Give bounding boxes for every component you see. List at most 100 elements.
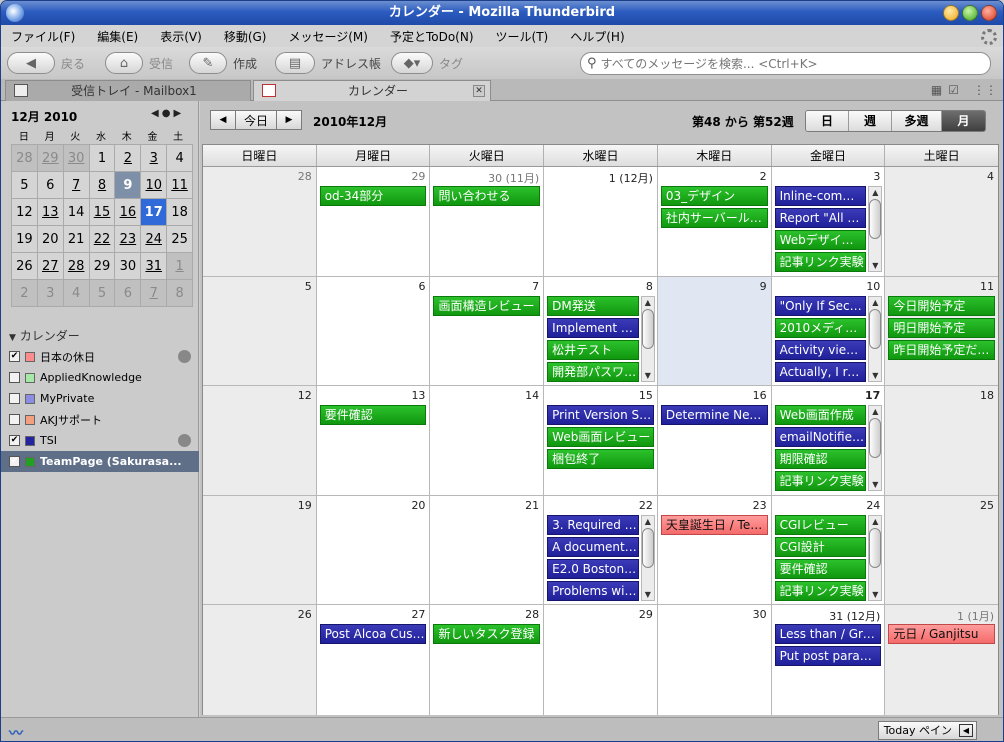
minical-day[interactable]: 14: [63, 199, 90, 226]
search-input[interactable]: [600, 56, 990, 71]
scroll-thumb[interactable]: [869, 199, 882, 239]
calendar-list-item[interactable]: MyPrivate: [7, 388, 197, 409]
scroll-down-icon[interactable]: ▼: [869, 260, 881, 271]
minical-day[interactable]: 6: [37, 172, 64, 199]
scroll-thumb[interactable]: [869, 418, 882, 458]
scroll-up-icon[interactable]: ▲: [642, 297, 654, 308]
event-item[interactable]: 開発部パスワード: [547, 361, 639, 382]
minical-day[interactable]: 3: [141, 145, 168, 172]
online-status-icon[interactable]: 〰: [9, 723, 31, 741]
day-cell[interactable]: 9: [657, 276, 772, 385]
scroll-down-icon[interactable]: ▼: [642, 589, 654, 600]
event-item[interactable]: 元日 / Ganjitsu: [888, 624, 996, 644]
day-cell[interactable]: 15 Print Version SupportWeb画面レビュー梱包終了: [544, 386, 658, 495]
event-item[interactable]: Web画面レビュー: [547, 427, 654, 447]
event-item[interactable]: 今日開始予定: [888, 295, 996, 316]
addressbook-button[interactable]: ▤ アドレス帳: [275, 51, 381, 75]
minical-next-icon[interactable]: ▶: [173, 108, 184, 119]
scroll-down-icon[interactable]: ▼: [642, 370, 654, 381]
menu-events-tasks[interactable]: 予定とToDo(N): [390, 28, 474, 45]
minical-day[interactable]: 13: [37, 199, 64, 226]
minical-day[interactable]: 25: [167, 226, 194, 253]
minical-day[interactable]: 28: [63, 253, 90, 280]
minical-day[interactable]: 30: [63, 145, 90, 172]
view-month-button[interactable]: 月: [942, 111, 985, 131]
day-cell[interactable]: 1 (12月): [544, 167, 658, 276]
day-cell[interactable]: 2 03_デザイン 社内サーバールーム: [657, 167, 772, 276]
view-day-button[interactable]: 日: [806, 111, 849, 131]
minical-day[interactable]: 7: [141, 280, 168, 307]
event-item[interactable]: 新しいタスク登録: [433, 624, 541, 644]
scroll-thumb[interactable]: [641, 308, 654, 349]
minical-day[interactable]: 6: [115, 280, 142, 307]
minical-day[interactable]: 2: [115, 145, 142, 172]
event-item[interactable]: Report "All Posts": [774, 208, 867, 228]
calendar-list-item[interactable]: AKJサポート: [7, 409, 197, 430]
event-item[interactable]: Web画面作成: [774, 405, 867, 425]
minical-day[interactable]: 15: [89, 199, 116, 226]
scroll-thumb[interactable]: [869, 308, 882, 349]
day-cell[interactable]: 13 要件確認: [316, 386, 431, 495]
scroll-thumb[interactable]: [641, 527, 654, 568]
scroll-up-icon[interactable]: ▲: [869, 516, 881, 527]
event-item[interactable]: A document editor: [547, 536, 639, 557]
calendar-checkbox[interactable]: ✔: [9, 435, 20, 446]
event-item[interactable]: 画面構造レビュー: [433, 295, 541, 316]
event-item[interactable]: 記事リンク実験: [774, 580, 867, 601]
menu-go[interactable]: 移動(G): [224, 28, 267, 45]
calendar-list-item[interactable]: AppliedKnowledge: [7, 367, 197, 388]
tag-button[interactable]: ◆▾ タグ: [391, 51, 463, 75]
event-item[interactable]: E2.0 Boston talk: [547, 558, 639, 579]
event-item[interactable]: Post Alcoa Customer: [319, 624, 427, 644]
minical-day[interactable]: 27: [37, 253, 64, 280]
event-item[interactable]: Less than / Greater: [774, 624, 882, 644]
view-multiweek-button[interactable]: 多週: [892, 111, 942, 131]
day-cell[interactable]: 19: [203, 495, 317, 604]
day-cell[interactable]: 1 (1月) 元日 / Ganjitsu: [885, 605, 999, 715]
scroll-down-icon[interactable]: ▼: [869, 589, 881, 600]
minical-day[interactable]: 30: [115, 253, 142, 280]
day-cell[interactable]: 25: [885, 495, 999, 604]
event-item[interactable]: Implement Comment: [547, 317, 639, 338]
search-box[interactable]: ⚲: [580, 52, 991, 75]
event-item[interactable]: CGI設計: [774, 536, 867, 557]
minical-day[interactable]: 23: [115, 226, 142, 253]
menu-help[interactable]: ヘルプ(H): [570, 28, 624, 45]
prev-month-button[interactable]: ◀: [210, 110, 236, 130]
event-item[interactable]: 昨日開始予定だった: [888, 339, 996, 360]
minical-day[interactable]: 18: [167, 199, 194, 226]
task-mode-icon[interactable]: ☑: [948, 83, 959, 97]
compose-button[interactable]: ✎ 作成: [189, 51, 257, 75]
minical-day[interactable]: 29: [37, 145, 64, 172]
day-scrollbar[interactable]: ▲ ▼: [640, 514, 655, 601]
calendar-checkbox[interactable]: ✔: [9, 351, 20, 362]
day-cell[interactable]: 24 CGIレビュー CGI設計 要件確認 記事リンク実験 ▲ ▼: [771, 495, 886, 604]
tab-inbox[interactable]: 受信トレイ - Mailbox1: [5, 80, 251, 101]
event-item[interactable]: 要件確認: [774, 558, 867, 579]
day-cell[interactable]: 31 (12月)Less than / GreaterPut post para…: [771, 605, 886, 715]
minical-day[interactable]: 7: [63, 172, 90, 199]
day-cell[interactable]: 11 今日開始予定 明日開始予定 昨日開始予定だった: [885, 276, 999, 385]
day-cell[interactable]: 29: [544, 605, 658, 715]
day-cell[interactable]: 7 画面構造レビュー: [430, 276, 545, 385]
minical-day[interactable]: 29: [89, 253, 116, 280]
minical-day[interactable]: 8: [167, 280, 194, 307]
minical-day[interactable]: 20: [37, 226, 64, 253]
minical-day[interactable]: 28: [12, 145, 38, 172]
day-scrollbar[interactable]: ▲ ▼: [640, 295, 655, 382]
event-item[interactable]: od-34部分: [319, 186, 427, 206]
tab-calendar[interactable]: カレンダー ✕: [253, 80, 491, 101]
day-cell[interactable]: 10 "Only If Section"2010メディア展Activity vie…: [771, 276, 886, 385]
close-button[interactable]: [981, 5, 997, 21]
event-item[interactable]: 期限確認: [774, 449, 867, 469]
day-cell[interactable]: 23 天皇誕生日 / Tennou: [657, 495, 772, 604]
calendar-checkbox[interactable]: [9, 414, 20, 425]
minical-day[interactable]: 10: [141, 172, 168, 199]
event-item[interactable]: 記事リンク実験: [774, 252, 867, 272]
day-cell[interactable]: 30: [657, 605, 772, 715]
minical-day[interactable]: 22: [89, 226, 116, 253]
day-cell[interactable]: 4: [885, 167, 999, 276]
view-week-button[interactable]: 週: [849, 111, 892, 131]
minical-day[interactable]: 3: [37, 280, 64, 307]
event-item[interactable]: Activity view sorting: [774, 339, 867, 360]
